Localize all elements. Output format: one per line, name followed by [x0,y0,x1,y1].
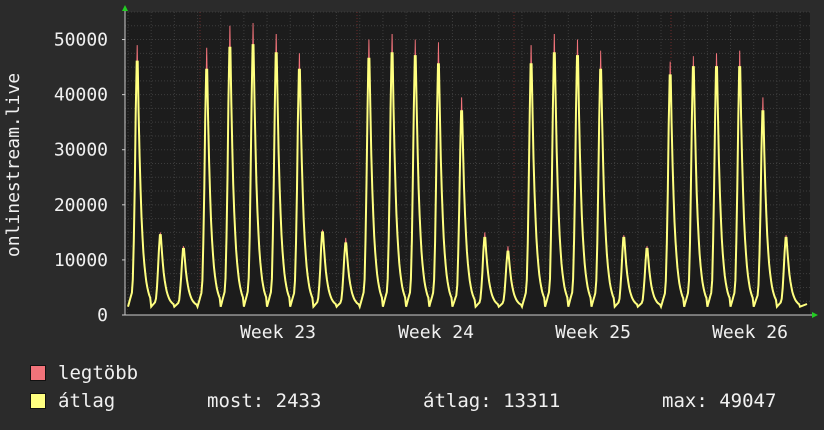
chart: 01000020000300004000050000 Week 23 Week 2… [3,5,818,343]
x-tick-label: Week 24 [398,322,474,343]
x-tick-label: Week 25 [555,322,631,343]
x-axis-arrow [812,312,818,318]
y-tick-label: 10000 [54,250,108,271]
stat-now: most: 2433 [207,390,322,412]
y-tick-label: 50000 [54,30,108,51]
legend-max-swatch [30,365,46,381]
x-tick-label: Week 26 [712,322,788,343]
legend-max-label: legtöbb [58,362,139,384]
y-axis-arrow [122,5,128,11]
legend-avg-label: átlag [58,390,116,412]
y-tick-label: 20000 [54,195,108,216]
stat-max: max: 49047 [662,390,777,412]
legend-avg-swatch [30,393,46,409]
y-axis-label: onlinestream.live [3,73,24,257]
y-tick-label: 40000 [54,85,108,106]
legend-max: legtöbb [30,362,138,384]
legend-avg: átlag [30,390,115,412]
y-tick-labels: 0 10000 20000 30000 40000 50000 [54,30,125,326]
y-tick-label: 30000 [54,140,108,161]
x-tick-labels: Week 23 Week 24 Week 25 Week 26 [240,322,788,343]
stat-avg: átlag: 13311 [423,390,561,412]
y-tick-label: 0 [97,305,108,326]
x-tick-label: Week 23 [240,322,316,343]
